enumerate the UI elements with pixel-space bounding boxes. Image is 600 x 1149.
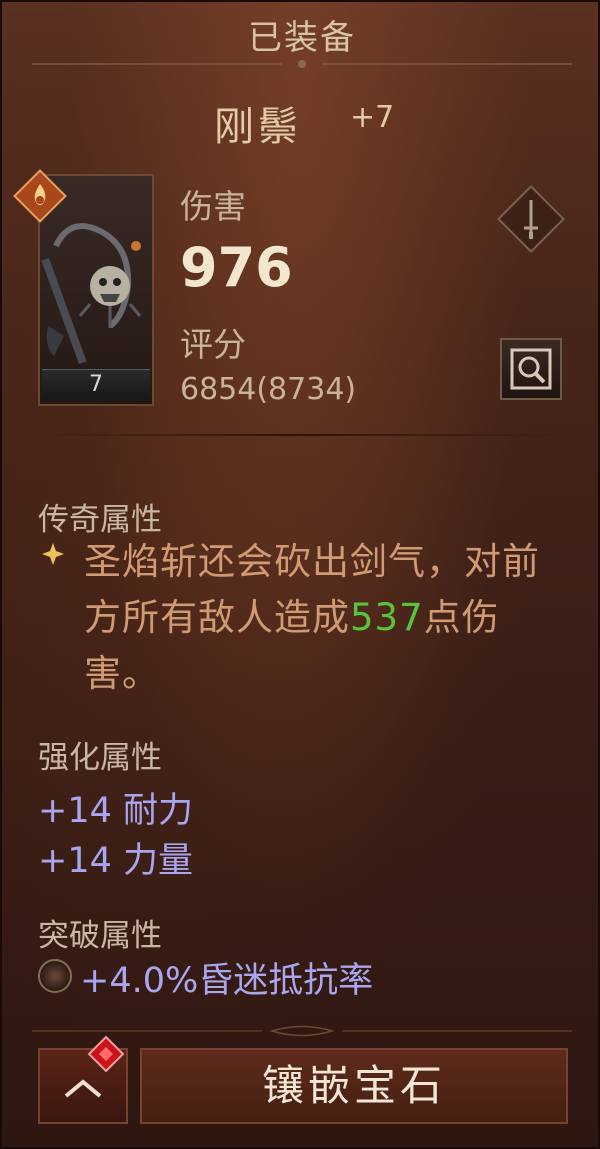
item-enhance-level: +7 <box>350 100 395 135</box>
title-divider <box>32 60 572 68</box>
inspect-button[interactable] <box>500 338 562 400</box>
breakthrough-stat: +4.0%昏迷抵抗率 <box>80 961 374 1001</box>
breakthrough-header: 突破属性 <box>38 918 162 954</box>
magnifier-icon <box>510 348 552 390</box>
panel-title: 已装备 <box>248 18 356 58</box>
legendary-description: 圣焰斩还会砍出剑气，对前方所有敌人造成537点伤害。 <box>84 534 574 702</box>
damage-value: 976 <box>180 236 293 299</box>
stun-icon <box>38 959 72 993</box>
sword-icon <box>497 185 565 253</box>
item-tooltip-panel: 已装备 刚鬃 +7 7 伤害 976 评分 6854(8734) 传奇属性 圣焰… <box>0 0 600 1149</box>
weapon-level-badge: 7 <box>42 369 150 400</box>
socket-gem-button[interactable]: 镶嵌宝石 <box>140 1048 568 1124</box>
enhance-stat-strength: +14 力量 <box>38 841 193 881</box>
diamond-icon <box>42 543 64 565</box>
legendary-header: 传奇属性 <box>38 502 162 538</box>
fire-badge-icon <box>13 169 67 223</box>
item-name: 刚鬃 <box>214 104 302 150</box>
score-label: 评分 <box>180 325 246 364</box>
score-value: 6854(8734) <box>180 372 357 407</box>
enhance-stat-stamina: +14 耐力 <box>38 791 193 831</box>
red-gem-icon <box>87 1035 125 1073</box>
damage-label: 伤害 <box>180 187 246 226</box>
enhance-header: 强化属性 <box>38 740 162 776</box>
legendary-damage-number: 537 <box>350 596 424 639</box>
stats-divider <box>32 434 572 436</box>
